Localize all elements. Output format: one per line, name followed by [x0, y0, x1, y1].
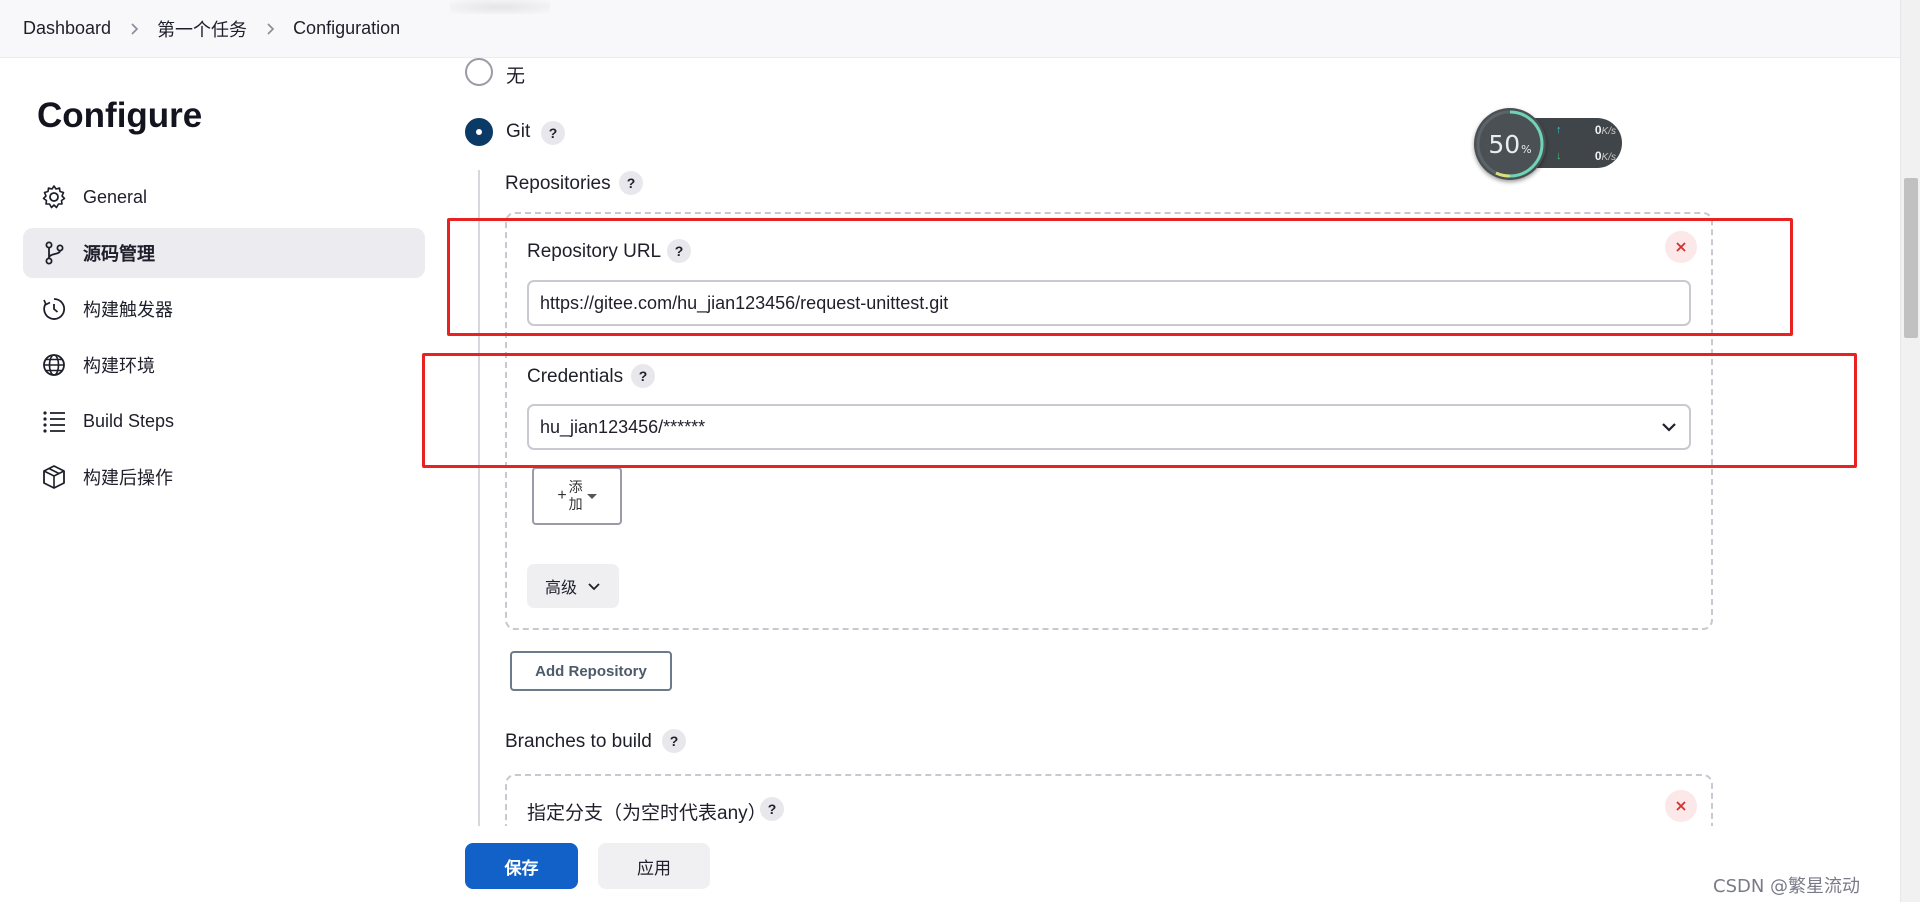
scm-git-label: Git — [506, 121, 531, 142]
delete-branch-button[interactable] — [1665, 790, 1697, 822]
chevron-down-icon — [1662, 423, 1676, 432]
watermark: CSDN @繁星流动 >_< — [1713, 876, 1861, 902]
usage-percent: 50% — [1488, 129, 1532, 159]
sidebar-item-label: 源码管理 — [83, 244, 155, 264]
sidebar-item-label: 构建触发器 — [83, 300, 173, 320]
scm-git-radio[interactable] — [465, 118, 493, 146]
add-credentials-button[interactable]: + 添 加 — [532, 467, 622, 525]
top-shadow — [450, 0, 550, 14]
credentials-help-button[interactable]: ? — [631, 364, 655, 388]
add-label-line2: 加 — [568, 496, 583, 512]
apply-button[interactable]: 应用 — [598, 843, 710, 889]
network-speed-widget[interactable]: 50% ↑ 0K/s ↓ 0K/s — [1474, 108, 1624, 180]
bottom-action-bar — [0, 826, 1900, 902]
breadcrumb-configuration[interactable]: Configuration — [293, 18, 400, 39]
branch-specifier-help-button[interactable]: ? — [760, 797, 784, 821]
chevron-down-icon — [588, 583, 600, 591]
close-icon — [1676, 242, 1686, 252]
breadcrumb-dashboard[interactable]: Dashboard — [23, 18, 111, 39]
sidebar-item-scm[interactable]: 源码管理 — [23, 228, 425, 278]
usage-gauge: 50% — [1474, 108, 1546, 180]
list-icon — [40, 407, 68, 435]
globe-icon — [40, 351, 68, 379]
sidebar-item-label: Build Steps — [83, 410, 175, 431]
credentials-select[interactable]: hu_jian123456/****** — [527, 404, 1691, 450]
sidebar-item-label: General — [83, 186, 148, 207]
branches-label: Branches to build — [505, 731, 652, 752]
git-section-divider — [478, 170, 480, 835]
advanced-button[interactable]: 高级 — [527, 564, 619, 608]
gear-icon — [40, 183, 68, 211]
close-icon — [1676, 801, 1686, 811]
clock-icon — [40, 295, 68, 323]
add-repository-button[interactable]: Add Repository — [510, 651, 672, 691]
up-arrow-icon: ↑ — [1556, 124, 1562, 136]
repository-url-input[interactable]: https://gitee.com/hu_jian123456/request-… — [527, 280, 1691, 326]
sidebar-item-label: 构建环境 — [83, 356, 155, 376]
branch-specifier-label: 指定分支（为空时代表any） — [527, 803, 767, 824]
sidebar-item-triggers[interactable]: 构建触发器 — [23, 284, 425, 334]
branches-help-button[interactable]: ? — [662, 729, 686, 753]
plus-icon: + — [557, 487, 567, 504]
download-rate: ↓ 0K/s — [1556, 149, 1616, 163]
sidebar-item-label: 构建后操作 — [83, 468, 173, 488]
credentials-label: Credentials — [527, 366, 624, 387]
main-area: Dashboard 第一个任务 Configuration Configure … — [0, 0, 1900, 902]
chevron-right-icon — [264, 22, 276, 35]
sidebar-item-general[interactable]: General — [23, 172, 425, 222]
upload-rate: ↑ 0K/s — [1556, 123, 1616, 137]
credentials-select-value: hu_jian123456/****** — [540, 416, 706, 437]
sidebar-item-environment[interactable]: 构建环境 — [23, 340, 425, 390]
scrollbar-thumb[interactable] — [1904, 178, 1918, 338]
chevron-right-icon — [128, 22, 140, 35]
save-button[interactable]: 保存 — [465, 843, 578, 889]
package-icon — [40, 463, 68, 491]
delete-repository-button[interactable] — [1665, 231, 1697, 263]
sidebar-item-build-steps[interactable]: Build Steps — [23, 396, 425, 446]
add-label-line1: 添 — [568, 479, 583, 495]
repository-url-label: Repository URL — [527, 241, 662, 262]
repository-url-help-button[interactable]: ? — [667, 239, 691, 263]
scm-none-label: 无 — [506, 66, 526, 87]
repositories-help-button[interactable]: ? — [619, 171, 643, 195]
advanced-label: 高级 — [544, 580, 577, 597]
git-help-button[interactable]: ? — [541, 121, 565, 145]
down-arrow-icon: ↓ — [1556, 150, 1562, 162]
breadcrumb-job[interactable]: 第一个任务 — [157, 16, 247, 42]
breadcrumb: Dashboard 第一个任务 Configuration — [0, 0, 1900, 58]
sidebar-nav: General 源码管理 构建触发器 构建环境 Build Steps 构建后操… — [23, 172, 425, 508]
sidebar-item-post-build[interactable]: 构建后操作 — [23, 452, 425, 502]
page-title: Configure — [37, 96, 203, 135]
scm-none-radio[interactable] — [465, 58, 493, 86]
repositories-label: Repositories — [505, 173, 611, 194]
caret-down-icon — [586, 493, 597, 499]
page-scrollbar[interactable] — [1900, 0, 1920, 902]
branch-icon — [40, 239, 68, 267]
